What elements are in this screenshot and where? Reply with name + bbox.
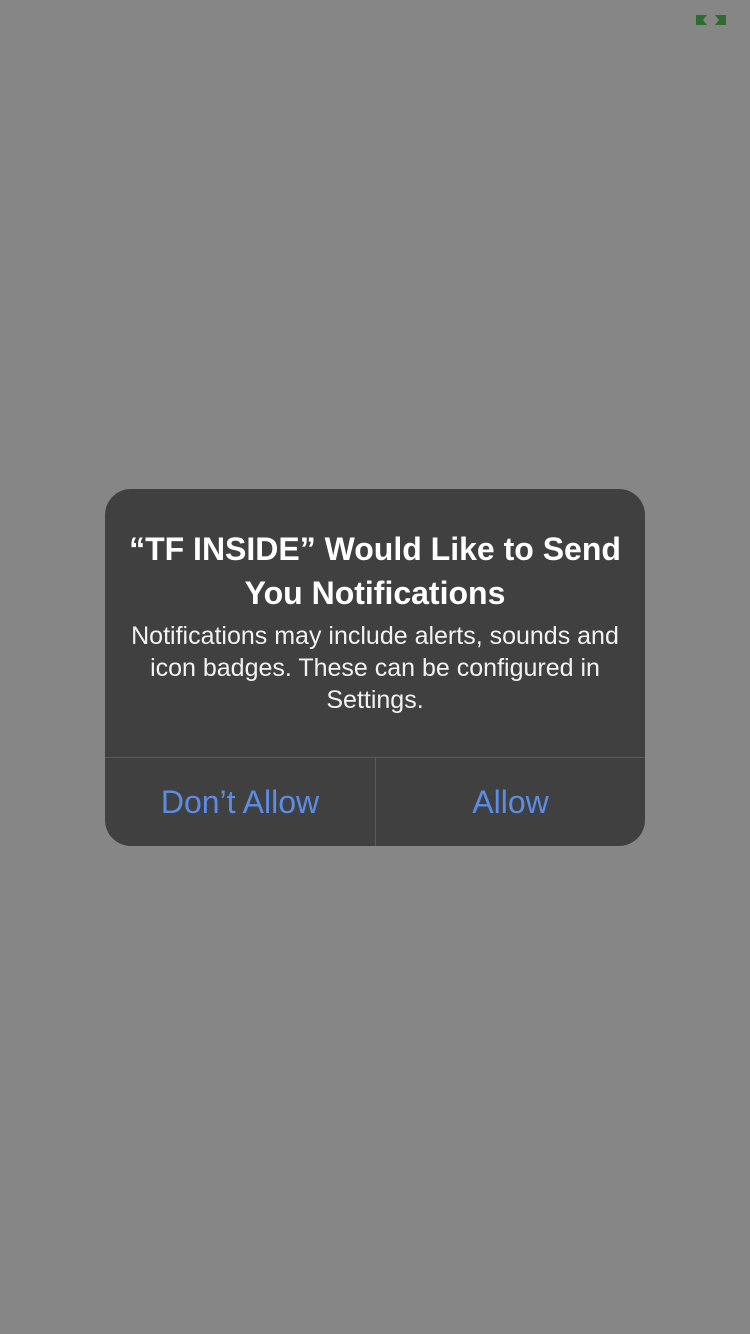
notification-permission-alert: “TF INSIDE” Would Like to Send You Notif… <box>105 489 645 846</box>
alert-message: Notifications may include alerts, sounds… <box>131 622 619 714</box>
dont-allow-button[interactable]: Don’t Allow <box>105 758 375 846</box>
alert-title: “TF INSIDE” Would Like to Send You Notif… <box>129 531 621 611</box>
allow-button[interactable]: Allow <box>376 758 645 846</box>
alert-body: “TF INSIDE” Would Like to Send You Notif… <box>105 489 645 757</box>
battery-icon <box>695 13 727 27</box>
